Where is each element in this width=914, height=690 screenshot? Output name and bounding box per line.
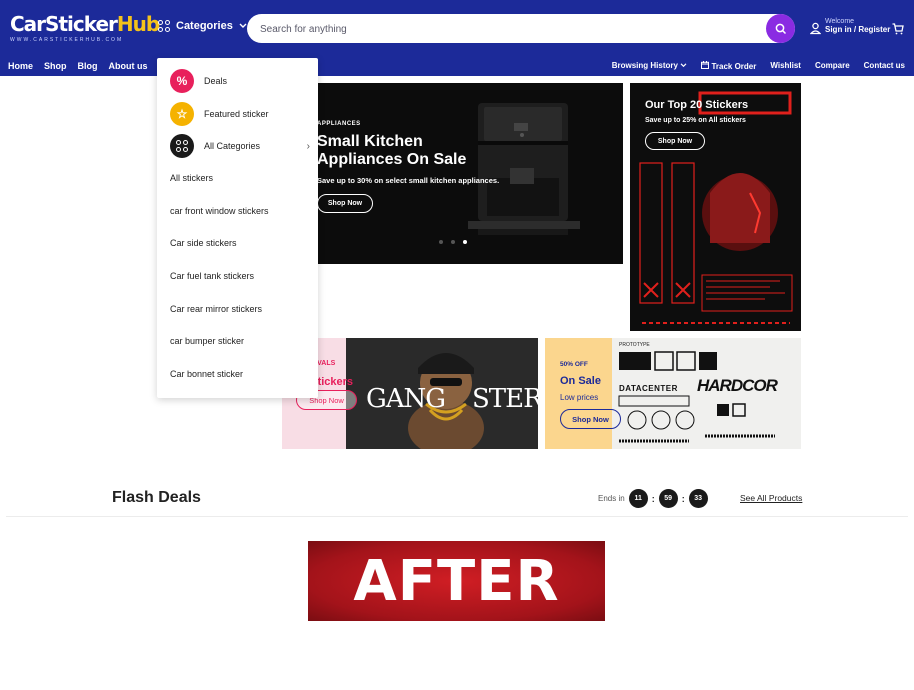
top20-title: Our Top 20 Stickers bbox=[645, 99, 749, 111]
dropdown-item[interactable]: car bumper sticker bbox=[170, 329, 310, 353]
browsing-history-label: Browsing History bbox=[611, 61, 678, 70]
gang-art-right: STER bbox=[472, 384, 538, 414]
search-bar bbox=[247, 14, 795, 43]
dropdown-item-label: Featured sticker bbox=[204, 109, 269, 119]
logo-tagline: WWW.CARSTICKERHUB.COM bbox=[10, 37, 124, 43]
dropdown-item[interactable]: Car bonnet sticker bbox=[170, 362, 310, 386]
grid-icon bbox=[170, 134, 194, 158]
proto-art-brand: HARDCOR bbox=[697, 376, 778, 395]
carousel-dot[interactable] bbox=[439, 240, 443, 244]
account-link[interactable]: Welcome Sign in / Register bbox=[810, 18, 890, 35]
proto-subtitle: Low prices bbox=[560, 393, 599, 402]
secondary-nav: Browsing History Track Order Wishlist Co… bbox=[612, 61, 905, 71]
coffee-machine-image bbox=[468, 103, 580, 235]
dropdown-item-featured[interactable]: ☆ Featured sticker bbox=[170, 102, 310, 126]
calendar-icon bbox=[701, 61, 710, 69]
chevron-down-icon bbox=[239, 23, 247, 28]
browsing-history-link[interactable]: Browsing History bbox=[612, 61, 687, 71]
user-icon bbox=[810, 22, 821, 35]
hero-shop-button[interactable]: Shop Now bbox=[317, 194, 373, 213]
track-order-link[interactable]: Track Order bbox=[701, 61, 756, 71]
on-sale-banner[interactable]: PROTOTYPE DATACENTER HARDCOR 50% OFF On … bbox=[545, 338, 801, 449]
nav-blog[interactable]: Blog bbox=[78, 61, 98, 71]
gang-art-left: GANG bbox=[366, 384, 446, 414]
dropdown-item-label: Deals bbox=[204, 76, 228, 86]
dropdown-item[interactable]: car front window stickers bbox=[170, 199, 310, 223]
search-button[interactable] bbox=[766, 14, 795, 43]
carousel-dots bbox=[439, 240, 467, 244]
cart-icon bbox=[892, 23, 904, 35]
see-all-products-link[interactable]: See All Products bbox=[740, 493, 802, 503]
ends-in-label: Ends in bbox=[598, 494, 625, 503]
carousel-dot[interactable] bbox=[451, 240, 455, 244]
search-input[interactable] bbox=[260, 21, 760, 37]
welcome-label: Welcome bbox=[825, 18, 855, 25]
proto-art-header: PROTOTYPE bbox=[619, 342, 650, 348]
nav-home[interactable]: Home bbox=[8, 61, 33, 71]
search-icon bbox=[775, 23, 786, 34]
countdown-seconds: 33 bbox=[688, 489, 708, 508]
countdown-separator: : bbox=[651, 493, 655, 504]
site-header: CarStickerHub WWW.CARSTICKERHUB.COM Cate… bbox=[0, 0, 914, 76]
dropdown-item[interactable]: Car rear mirror stickers bbox=[170, 297, 310, 321]
dropdown-item[interactable]: All stickers bbox=[170, 166, 310, 190]
hero-subtitle: Save up to 30% on select small kitchen a… bbox=[317, 176, 500, 185]
compare-link[interactable]: Compare bbox=[815, 61, 850, 71]
new-stickers-banner[interactable]: NEW ARRIVALS new stickers Shop Now GANG … bbox=[282, 338, 538, 449]
categories-label: Categories bbox=[176, 20, 233, 32]
divider bbox=[6, 516, 908, 517]
top20-subtitle: Save up to 25% on All stickers bbox=[645, 117, 746, 124]
hero-eyebrow: APPLIANCES bbox=[317, 121, 361, 127]
track-order-label: Track Order bbox=[711, 62, 757, 71]
dropdown-item-deals[interactable]: % Deals bbox=[170, 69, 310, 93]
grid-icon bbox=[158, 20, 170, 32]
dropdown-item[interactable]: Car side stickers bbox=[170, 231, 310, 255]
logo-text-main: CarSticker bbox=[10, 12, 118, 36]
countdown-separator: : bbox=[681, 493, 685, 504]
countdown: Ends in 11 : 59 : 33 bbox=[598, 489, 708, 508]
nav-shop[interactable]: Shop bbox=[44, 61, 67, 71]
signin-link[interactable]: Sign in / Register bbox=[825, 25, 890, 34]
after-banner[interactable]: AFTER bbox=[308, 541, 605, 621]
dropdown-item[interactable]: Car fuel tank stickers bbox=[170, 264, 310, 288]
categories-dropdown: % Deals ☆ Featured sticker All Categorie… bbox=[157, 58, 318, 398]
proto-shop-button[interactable]: Shop Now bbox=[560, 409, 621, 429]
top20-shop-button[interactable]: Shop Now bbox=[645, 132, 705, 150]
chevron-down-icon bbox=[680, 63, 687, 68]
main-nav: Home Shop Blog About us bbox=[8, 61, 148, 71]
countdown-minutes: 59 bbox=[658, 489, 678, 508]
categories-button[interactable]: Categories bbox=[158, 20, 247, 32]
proto-title: On Sale bbox=[560, 375, 601, 387]
top20-banner[interactable]: Our Top 20 Stickers Save up to 25% on Al… bbox=[630, 83, 801, 331]
proto-art-center: DATACENTER bbox=[619, 384, 678, 393]
dropdown-item-label: All Categories bbox=[204, 141, 261, 151]
percent-icon: % bbox=[170, 69, 194, 93]
flash-deals-title: Flash Deals bbox=[112, 489, 201, 506]
logo-text-accent: Hub bbox=[116, 12, 160, 36]
countdown-hours: 11 bbox=[628, 489, 648, 508]
carousel-dot-active[interactable] bbox=[463, 240, 467, 244]
dropdown-item-all-categories[interactable]: All Categories › bbox=[170, 134, 310, 158]
proto-eyebrow: 50% OFF bbox=[560, 361, 588, 368]
logo[interactable]: CarStickerHub WWW.CARSTICKERHUB.COM bbox=[10, 12, 160, 43]
nav-about[interactable]: About us bbox=[109, 61, 148, 71]
wishlist-link[interactable]: Wishlist bbox=[770, 61, 801, 71]
star-icon: ☆ bbox=[170, 102, 194, 126]
hero-title: Small Kitchen Appliances On Sale bbox=[317, 133, 467, 168]
hero-banner[interactable]: APPLIANCES Small Kitchen Appliances On S… bbox=[282, 83, 623, 264]
contact-link[interactable]: Contact us bbox=[864, 61, 905, 71]
after-banner-text: AFTER bbox=[353, 548, 560, 614]
chevron-right-icon: › bbox=[306, 140, 310, 152]
cart-button[interactable] bbox=[892, 22, 904, 40]
